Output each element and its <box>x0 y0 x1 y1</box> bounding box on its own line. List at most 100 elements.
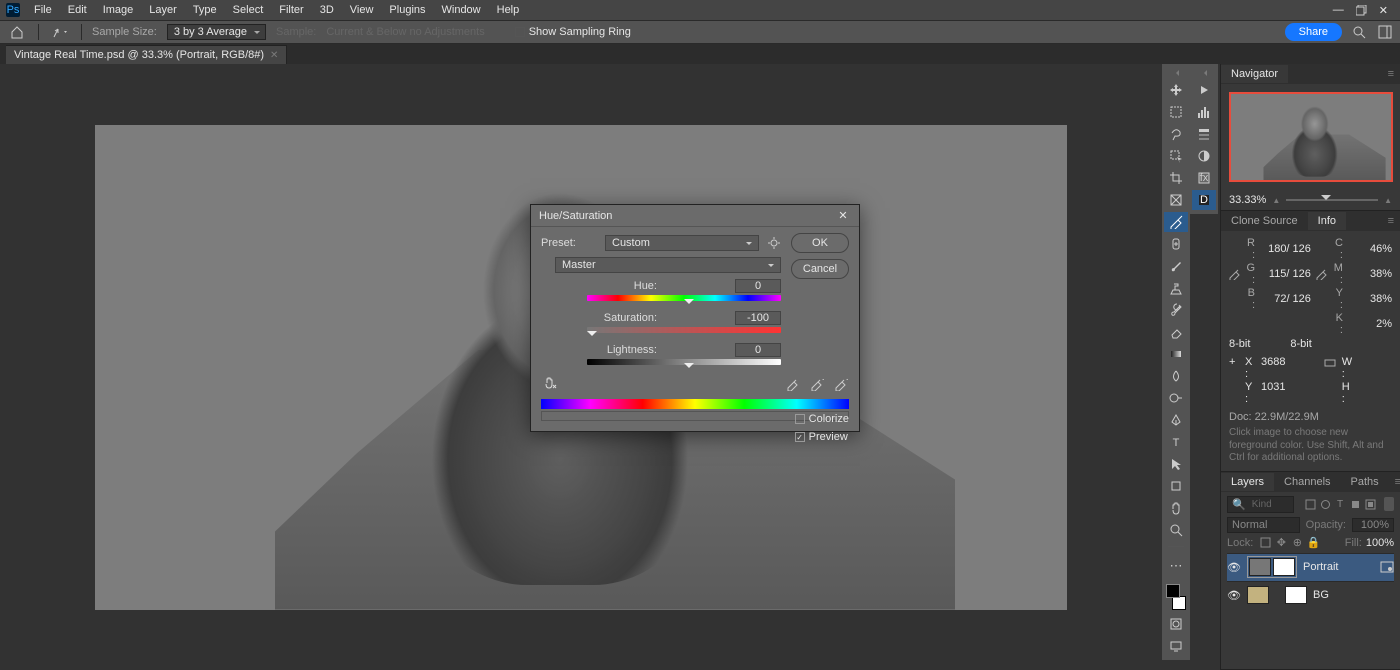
show-sampling-ring-check[interactable]: Show Sampling Ring <box>515 26 631 38</box>
frame-tool-icon[interactable] <box>1164 190 1188 210</box>
tab-info[interactable]: Info <box>1308 212 1346 230</box>
targeted-adjust-icon[interactable] <box>541 375 561 393</box>
eyedropper-add-icon[interactable]: + <box>809 376 825 392</box>
colorize-checkbox[interactable]: Colorize <box>795 413 849 425</box>
tab-channels[interactable]: Channels <box>1274 473 1340 491</box>
menu-image[interactable]: Image <box>95 1 142 19</box>
screenmode-icon[interactable] <box>1164 636 1188 656</box>
layer-bg[interactable]: 👁 BG <box>1227 581 1394 609</box>
saturation-slider[interactable] <box>587 327 781 333</box>
close-icon[interactable]: ✕ <box>270 50 278 61</box>
filter-adjust-icon[interactable] <box>1319 498 1331 510</box>
lock-pixels-icon[interactable] <box>1259 537 1271 549</box>
lock-all-icon[interactable]: 🔒 <box>1307 537 1319 549</box>
menu-select[interactable]: Select <box>225 1 272 19</box>
eyedropper-icon[interactable] <box>785 376 801 392</box>
navigator-zoom-slider[interactable] <box>1286 199 1378 201</box>
menu-view[interactable]: View <box>342 1 382 19</box>
lasso-tool-icon[interactable] <box>1164 124 1188 144</box>
menu-help[interactable]: Help <box>489 1 528 19</box>
filter-shape-icon[interactable] <box>1349 498 1361 510</box>
ok-button[interactable]: OK <box>791 233 849 253</box>
preset-menu-icon[interactable] <box>767 236 781 250</box>
opacity-value[interactable]: 100% <box>1352 518 1394 532</box>
layer-portrait[interactable]: 👁 Portrait <box>1227 553 1394 581</box>
search-icon[interactable] <box>1350 23 1368 41</box>
visibility-icon[interactable]: 👁 <box>1227 561 1241 574</box>
hand-tool-icon[interactable] <box>1164 498 1188 518</box>
filter-toggle-icon[interactable] <box>1384 497 1394 511</box>
histogram-panel-icon[interactable] <box>1192 102 1216 122</box>
preview-checkbox[interactable]: ✓Preview <box>795 431 849 443</box>
eyedropper-subtract-icon[interactable]: − <box>833 376 849 392</box>
shape-tool-icon[interactable] <box>1164 476 1188 496</box>
channel-dropdown[interactable]: Master <box>555 257 781 273</box>
pen-tool-icon[interactable] <box>1164 410 1188 430</box>
move-tool-icon[interactable] <box>1164 80 1188 100</box>
layer-filter-input[interactable]: 🔍 <box>1227 496 1294 513</box>
libraries-panel-icon[interactable]: D <box>1192 190 1216 210</box>
fill-value[interactable]: 100% <box>1366 537 1394 549</box>
crop-tool-icon[interactable] <box>1164 168 1188 188</box>
panel-menu-icon[interactable]: ≡ <box>1382 68 1400 80</box>
tab-paths[interactable]: Paths <box>1341 473 1389 491</box>
visibility-icon[interactable]: 👁 <box>1227 589 1241 602</box>
cancel-button[interactable]: Cancel <box>791 259 849 279</box>
document-tab[interactable]: Vintage Real Time.psd @ 33.3% (Portrait,… <box>6 45 287 64</box>
filter-type-icon[interactable]: T <box>1334 498 1346 510</box>
tab-clone-source[interactable]: Clone Source <box>1221 212 1308 230</box>
sample-size-dropdown[interactable]: 3 by 3 Average <box>167 24 266 40</box>
dodge-tool-icon[interactable] <box>1164 388 1188 408</box>
tool-preset-icon[interactable] <box>49 23 71 41</box>
window-restore-icon[interactable] <box>1356 5 1367 16</box>
navigator-preview[interactable] <box>1221 84 1400 190</box>
healing-brush-tool-icon[interactable] <box>1164 234 1188 254</box>
tab-navigator[interactable]: Navigator <box>1221 65 1288 83</box>
quickmask-icon[interactable] <box>1164 614 1188 634</box>
menu-edit[interactable]: Edit <box>60 1 95 19</box>
hue-slider[interactable] <box>587 295 781 301</box>
tab-layers[interactable]: Layers <box>1221 473 1274 491</box>
eraser-tool-icon[interactable] <box>1164 322 1188 342</box>
edit-toolbar-icon[interactable]: ⋯ <box>1164 556 1188 576</box>
adjustments-panel-icon[interactable] <box>1192 146 1216 166</box>
color-swatch[interactable] <box>1164 582 1188 612</box>
lock-artboard-icon[interactable]: ⊕ <box>1291 537 1303 549</box>
path-select-tool-icon[interactable] <box>1164 454 1188 474</box>
menu-plugins[interactable]: Plugins <box>381 1 433 19</box>
lightness-slider[interactable] <box>587 359 781 365</box>
window-close-icon[interactable]: ✕ <box>1379 4 1388 17</box>
eyedropper-tool-icon[interactable] <box>1164 212 1188 232</box>
collapse-icon[interactable] <box>1162 68 1190 78</box>
collapse-icon[interactable] <box>1190 68 1218 78</box>
filter-smart-icon[interactable] <box>1364 498 1376 510</box>
properties-panel-icon[interactable] <box>1192 124 1216 144</box>
blur-tool-icon[interactable] <box>1164 366 1188 386</box>
menu-type[interactable]: Type <box>185 1 225 19</box>
share-button[interactable]: Share <box>1285 23 1342 41</box>
type-tool-icon[interactable]: T <box>1164 432 1188 452</box>
menu-filter[interactable]: Filter <box>271 1 311 19</box>
window-minimize-icon[interactable]: — <box>1333 4 1344 16</box>
clone-stamp-tool-icon[interactable] <box>1164 278 1188 298</box>
preset-dropdown[interactable]: Custom <box>605 235 759 251</box>
zoom-in-icon[interactable]: ▲ <box>1384 196 1392 205</box>
panel-menu-icon[interactable]: ≡ <box>1389 476 1400 488</box>
gradient-tool-icon[interactable] <box>1164 344 1188 364</box>
saturation-value[interactable]: -100 <box>735 311 781 325</box>
home-icon[interactable] <box>6 23 28 41</box>
filter-pixel-icon[interactable] <box>1304 498 1316 510</box>
object-select-tool-icon[interactable] <box>1164 146 1188 166</box>
menu-window[interactable]: Window <box>434 1 489 19</box>
close-icon[interactable]: ✕ <box>835 208 851 224</box>
zoom-out-icon[interactable]: ▲ <box>1272 196 1280 205</box>
menu-file[interactable]: File <box>26 1 60 19</box>
hue-value[interactable]: 0 <box>735 279 781 293</box>
lightness-value[interactable]: 0 <box>735 343 781 357</box>
blend-mode-dropdown[interactable]: Normal <box>1227 517 1300 533</box>
styles-panel-icon[interactable]: fx <box>1192 168 1216 188</box>
lock-position-icon[interactable]: ✥ <box>1275 537 1287 549</box>
actions-panel-icon[interactable] <box>1192 80 1216 100</box>
brush-tool-icon[interactable] <box>1164 256 1188 276</box>
workspace-switcher-icon[interactable] <box>1376 23 1394 41</box>
